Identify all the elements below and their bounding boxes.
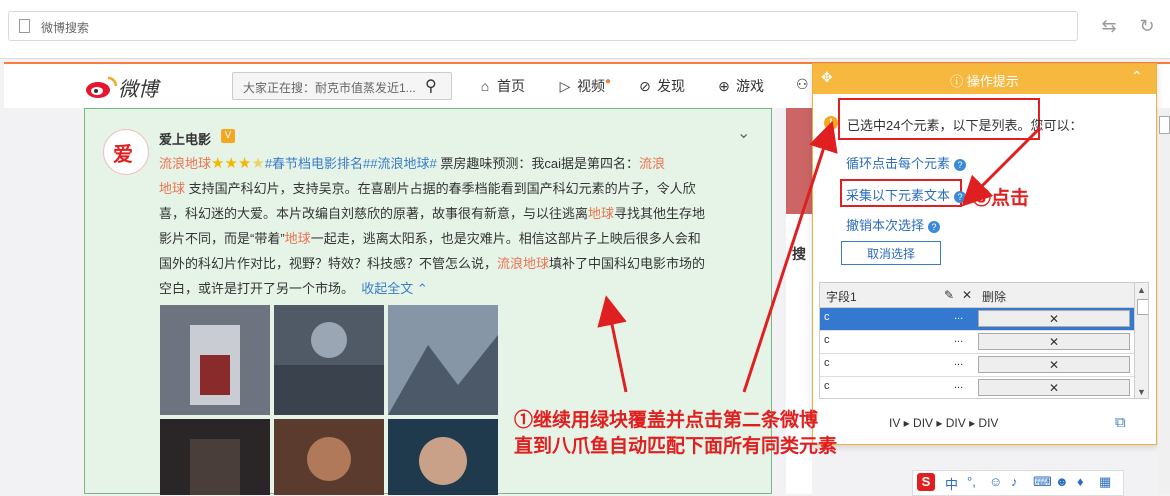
user-icon[interactable]: ☻	[1055, 474, 1069, 489]
arrow-to-count	[742, 120, 838, 393]
arrow-to-post	[597, 295, 628, 393]
emoji-icon[interactable]: ☺	[989, 474, 1002, 489]
annotation-step1-line2: 直到八爪鱼自动匹配下面所有同类元素	[514, 436, 838, 457]
annotation-step3: ③点击	[972, 188, 1030, 209]
microphone-icon[interactable]: ♪	[1011, 474, 1018, 489]
annotation-step1-line1: ①继续用绿块覆盖并点击第二条微博	[514, 410, 819, 431]
ime-mode-icon[interactable]: 中	[945, 474, 958, 493]
keyboard-icon[interactable]: ⌨	[1033, 474, 1052, 490]
sogou-icon[interactable]: S	[917, 473, 935, 491]
punctuation-icon[interactable]: °,	[967, 474, 976, 489]
grid-icon[interactable]: ▦	[1099, 474, 1111, 490]
ime-toolbar[interactable]: S 中 °, ☺ ♪ ⌨ ☻ ♦ ▦	[912, 470, 1124, 496]
annotation-step1: ①继续用绿块覆盖并点击第二条微博 直到八爪鱼自动匹配下面所有同类元素	[514, 408, 837, 460]
skin-icon[interactable]: ♦	[1077, 474, 1084, 489]
